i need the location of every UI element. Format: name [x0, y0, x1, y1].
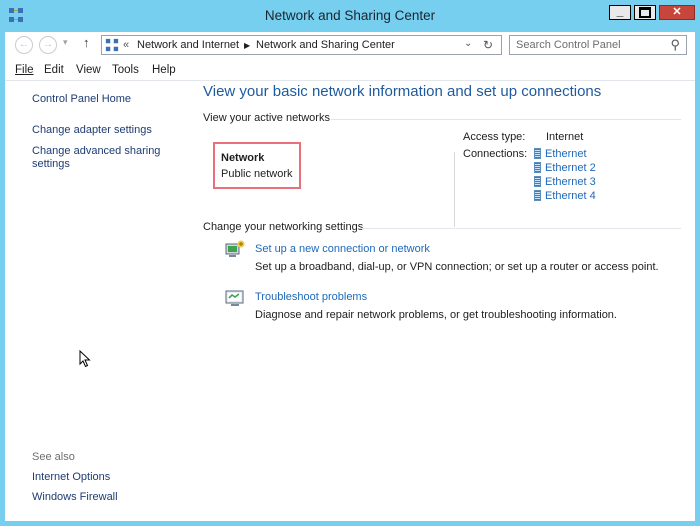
- breadcrumb-network-sharing-center[interactable]: Network and Sharing Center: [256, 39, 395, 51]
- troubleshoot-icon: [225, 290, 244, 306]
- divider: [331, 119, 681, 120]
- control-panel-home-link[interactable]: Control Panel Home: [32, 93, 131, 106]
- search-icon[interactable]: ⚲: [670, 37, 680, 53]
- troubleshoot-problems-link[interactable]: Troubleshoot problems: [255, 291, 367, 303]
- main-pane: View your basic network information and …: [193, 81, 695, 521]
- setup-connection-link[interactable]: Set up a new connection or network: [255, 243, 430, 255]
- recent-locations-icon[interactable]: ▾: [63, 37, 68, 48]
- control-panel-icon: [105, 38, 119, 52]
- up-arrow-icon[interactable]: ↑: [83, 35, 90, 50]
- maximize-icon: [635, 7, 655, 21]
- menu-bar: File Edit View Tools Help: [5, 60, 695, 81]
- title-bar[interactable]: Network and Sharing Center _ ✕: [0, 0, 700, 32]
- page-title: View your basic network information and …: [203, 83, 602, 100]
- change-adapter-settings-link[interactable]: Change adapter settings: [32, 124, 152, 137]
- close-icon: ✕: [672, 6, 682, 18]
- divider: [359, 228, 681, 229]
- setup-connection-description: Set up a broadband, dial-up, or VPN conn…: [255, 261, 659, 273]
- active-network-box: Network Public network: [213, 142, 301, 189]
- change-advanced-sharing-link[interactable]: Change advanced sharing settings: [32, 145, 160, 171]
- connection-ethernet-link[interactable]: Ethernet: [534, 148, 587, 160]
- connections-label: Connections:: [463, 148, 528, 160]
- breadcrumb-separator-icon[interactable]: ▶: [244, 41, 250, 50]
- menu-edit[interactable]: Edit: [44, 64, 64, 76]
- client-area: ← → ▾ ↑ « Network and Internet ▶ Network…: [5, 32, 695, 521]
- divider: [454, 152, 455, 227]
- forward-button[interactable]: →: [39, 36, 57, 54]
- troubleshoot-description: Diagnose and repair network problems, or…: [255, 309, 617, 321]
- minimize-button[interactable]: _: [609, 4, 631, 20]
- left-pane: Control Panel Home Change adapter settin…: [5, 81, 193, 521]
- overflow-chevrons[interactable]: «: [123, 39, 129, 51]
- change-settings-label: Change your networking settings: [203, 221, 364, 233]
- menu-view[interactable]: View: [76, 64, 101, 76]
- new-connection-icon: [225, 240, 245, 257]
- internet-options-link[interactable]: Internet Options: [32, 471, 110, 484]
- search-input[interactable]: Search Control Panel: [516, 39, 621, 51]
- menu-tools[interactable]: Tools: [112, 64, 139, 76]
- ethernet-icon: [534, 162, 541, 173]
- maximize-button[interactable]: [634, 5, 656, 20]
- minimize-icon: _: [616, 4, 624, 18]
- network-type-link[interactable]: Public network: [221, 168, 293, 180]
- active-networks-label: View your active networks: [203, 112, 330, 124]
- mouse-cursor-icon: [79, 350, 91, 368]
- address-bar[interactable]: « Network and Internet ▶ Network and Sha…: [101, 35, 502, 55]
- breadcrumb-network-internet[interactable]: Network and Internet: [137, 39, 239, 51]
- see-also-label: See also: [32, 451, 75, 463]
- menu-file[interactable]: File: [15, 64, 34, 76]
- network-name: Network: [221, 152, 265, 164]
- navigation-bar: ← → ▾ ↑ « Network and Internet ▶ Network…: [5, 32, 695, 58]
- ethernet-icon: [534, 176, 541, 187]
- address-dropdown-icon[interactable]: ⌄: [464, 38, 472, 49]
- refresh-icon[interactable]: ↻: [483, 38, 493, 52]
- window: Network and Sharing Center _ ✕ ← → ▾ ↑ «…: [0, 0, 700, 526]
- access-type-label: Access type:: [463, 131, 526, 143]
- window-title: Network and Sharing Center: [264, 8, 436, 23]
- windows-firewall-link[interactable]: Windows Firewall: [32, 491, 118, 504]
- menu-help[interactable]: Help: [152, 64, 176, 76]
- connection-ethernet-4-link[interactable]: Ethernet 4: [534, 190, 596, 202]
- connection-ethernet-3-link[interactable]: Ethernet 3: [534, 176, 596, 188]
- back-button[interactable]: ←: [15, 36, 33, 54]
- ethernet-icon: [534, 190, 541, 201]
- connection-ethernet-2-link[interactable]: Ethernet 2: [534, 162, 596, 174]
- access-type-value: Internet: [546, 131, 584, 143]
- search-box[interactable]: Search Control Panel ⚲: [509, 35, 687, 55]
- ethernet-icon: [534, 148, 541, 159]
- close-button[interactable]: ✕: [659, 5, 695, 20]
